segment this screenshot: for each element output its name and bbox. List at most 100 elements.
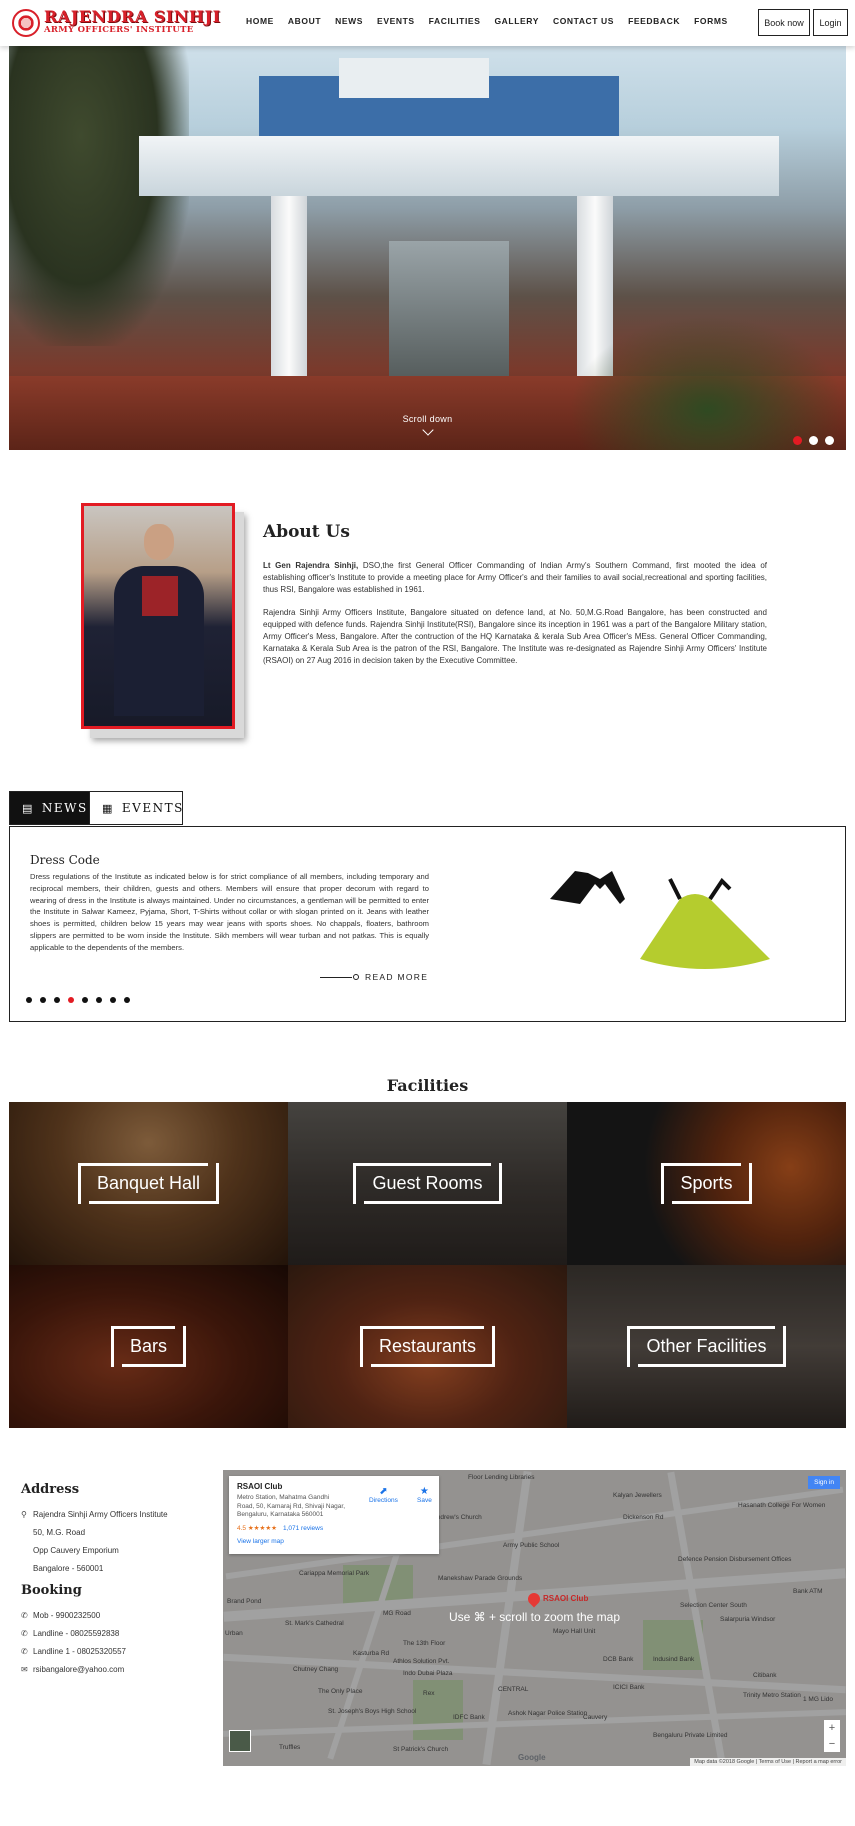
directions-button[interactable]: ⬈ Directions: [369, 1486, 398, 1504]
phone-icon: ✆: [21, 1628, 28, 1638]
nav-contact-us[interactable]: CONTACT US: [553, 16, 614, 26]
news-dot[interactable]: [82, 997, 88, 1003]
contact-section: Address ⚲ Rajendra Sinhji Army Officers …: [21, 1482, 211, 1678]
hero-pagination: [793, 436, 834, 445]
landline-1-line[interactable]: ✆ Landline 1 - 08025320557: [21, 1642, 211, 1660]
map-sign-in-button[interactable]: Sign in: [808, 1476, 840, 1489]
nav-facilities[interactable]: FACILITIES: [429, 16, 481, 26]
scroll-down-link[interactable]: Scroll down: [9, 414, 846, 436]
hero-roof-box: [339, 58, 489, 98]
view-larger-map-link[interactable]: View larger map: [237, 1538, 431, 1545]
address-line: ⚲ Rajendra Sinhji Army Officers Institut…: [21, 1509, 168, 1519]
nav-news[interactable]: NEWS: [335, 16, 363, 26]
portrait-sash: [142, 576, 178, 616]
map-zoom-controls[interactable]: + −: [824, 1720, 840, 1752]
read-more-link[interactable]: READ MORE: [320, 972, 428, 982]
map-label: DCB Bank: [603, 1656, 634, 1663]
news-dot[interactable]: [110, 997, 116, 1003]
calendar-icon: ▦: [102, 801, 114, 815]
map-label: Rex: [423, 1690, 435, 1697]
news-item-title: Dress Code: [30, 853, 100, 867]
news-dot[interactable]: [26, 997, 32, 1003]
nav-forms[interactable]: FORMS: [694, 16, 728, 26]
facility-guest-rooms[interactable]: Guest Rooms: [288, 1102, 567, 1265]
directions-icon: ⬈: [379, 1486, 388, 1497]
facility-label: Bars: [110, 1326, 186, 1367]
map-label: Cauvery: [583, 1714, 608, 1721]
map-label: Ashok Nagar Police Station: [508, 1710, 588, 1717]
tab-news-label: NEWS: [41, 801, 88, 815]
gown-icon: [640, 894, 770, 969]
zoom-in-icon[interactable]: +: [824, 1720, 840, 1736]
address-line: 50, M.G. Road: [33, 1527, 86, 1537]
news-dot[interactable]: [54, 997, 60, 1003]
read-more-label: READ MORE: [365, 972, 429, 982]
map-label: ICICI Bank: [613, 1684, 645, 1691]
address-title: Address: [21, 1482, 80, 1497]
read-more-circle-icon: [353, 974, 359, 980]
hero-pillar-left: [271, 196, 307, 396]
address-line: Bangalore - 560001: [33, 1563, 104, 1573]
newspaper-icon: ▤: [22, 801, 34, 815]
nav-gallery[interactable]: GALLERY: [494, 16, 539, 26]
satellite-toggle[interactable]: [229, 1730, 251, 1752]
save-button[interactable]: ★ Save: [417, 1486, 432, 1504]
facility-other[interactable]: Other Facilities: [567, 1265, 846, 1428]
main-nav: HOME ABOUT NEWS EVENTS FACILITIES GALLER…: [246, 16, 742, 26]
facility-label: Sports: [661, 1163, 752, 1204]
news-dot[interactable]: [124, 997, 130, 1003]
tab-news[interactable]: ▤ NEWS: [9, 791, 90, 825]
portrait-face: [144, 524, 174, 560]
site-logo[interactable]: RAJENDRA SINHJI ARMY OFFICERS' INSTITUTE: [12, 7, 220, 39]
hero-dot[interactable]: [825, 436, 834, 445]
facility-bars[interactable]: Bars: [9, 1265, 288, 1428]
envelope-icon: ✉: [21, 1664, 28, 1674]
map-label: St Patrick's Church: [393, 1746, 449, 1753]
map-label: Brand Pond: [227, 1598, 262, 1605]
news-dot[interactable]: [68, 997, 74, 1003]
book-now-button[interactable]: Book now: [758, 9, 810, 36]
facilities-title: Facilities: [386, 1076, 469, 1095]
map-pin-label: RSAOI Club: [543, 1594, 589, 1603]
mobile-line[interactable]: ✆ Mob - 9900232500: [21, 1606, 211, 1624]
facility-restaurants[interactable]: Restaurants: [288, 1265, 567, 1428]
news-events-tabs: ▤ NEWS ▦ EVENTS: [9, 791, 183, 825]
hero-dot[interactable]: [793, 436, 802, 445]
login-button[interactable]: Login: [813, 9, 848, 36]
news-dot[interactable]: [96, 997, 102, 1003]
landline-line[interactable]: ✆ Landline - 08025592838: [21, 1624, 211, 1642]
facility-label: Restaurants: [359, 1326, 496, 1367]
nav-feedback[interactable]: FEEDBACK: [628, 16, 680, 26]
place-reviews-link[interactable]: 1,071 reviews: [283, 1525, 323, 1532]
nav-about[interactable]: ABOUT: [288, 16, 321, 26]
email-line[interactable]: ✉ rsibangalore@yahoo.com: [21, 1660, 211, 1678]
map-label: The Only Place: [318, 1688, 363, 1695]
map-label: Trinity Metro Station: [743, 1692, 801, 1699]
map-label: The 13th Floor: [403, 1640, 446, 1647]
hero-dot[interactable]: [809, 436, 818, 445]
map-label: Defence Pension Disbursement Offices: [678, 1556, 792, 1563]
facility-label: Other Facilities: [627, 1326, 786, 1367]
nav-events[interactable]: EVENTS: [377, 16, 415, 26]
news-panel: Dress Code Dress regulations of the Inst…: [9, 826, 846, 1022]
map-label: Kasturba Rd: [353, 1650, 390, 1657]
news-dot[interactable]: [40, 997, 46, 1003]
zoom-out-icon[interactable]: −: [824, 1736, 840, 1752]
scroll-down-label: Scroll down: [402, 414, 453, 424]
google-map[interactable]: Floor Lending Libraries Kalyan Jewellers…: [223, 1470, 846, 1766]
save-label: Save: [417, 1497, 432, 1504]
map-label: CENTRAL: [498, 1686, 529, 1693]
facility-banquet-hall[interactable]: Banquet Hall: [9, 1102, 288, 1265]
map-marker-icon: ⚲: [21, 1509, 27, 1519]
tab-events[interactable]: ▦ EVENTS: [90, 791, 183, 825]
about-title: About Us: [263, 522, 350, 542]
hero-canopy: [139, 136, 779, 196]
map-label: Bengaluru Private Limited: [653, 1732, 728, 1739]
nav-home[interactable]: HOME: [246, 16, 274, 26]
facilities-grid: Banquet Hall Guest Rooms Sports Bars Res…: [9, 1102, 846, 1428]
place-name: RSAOI Club: [237, 1482, 283, 1491]
facility-sports[interactable]: Sports: [567, 1102, 846, 1265]
site-header: RAJENDRA SINHJI ARMY OFFICERS' INSTITUTE…: [0, 0, 855, 46]
map-label: 1 MG Lido: [803, 1696, 833, 1703]
hero-tree: [9, 46, 189, 346]
